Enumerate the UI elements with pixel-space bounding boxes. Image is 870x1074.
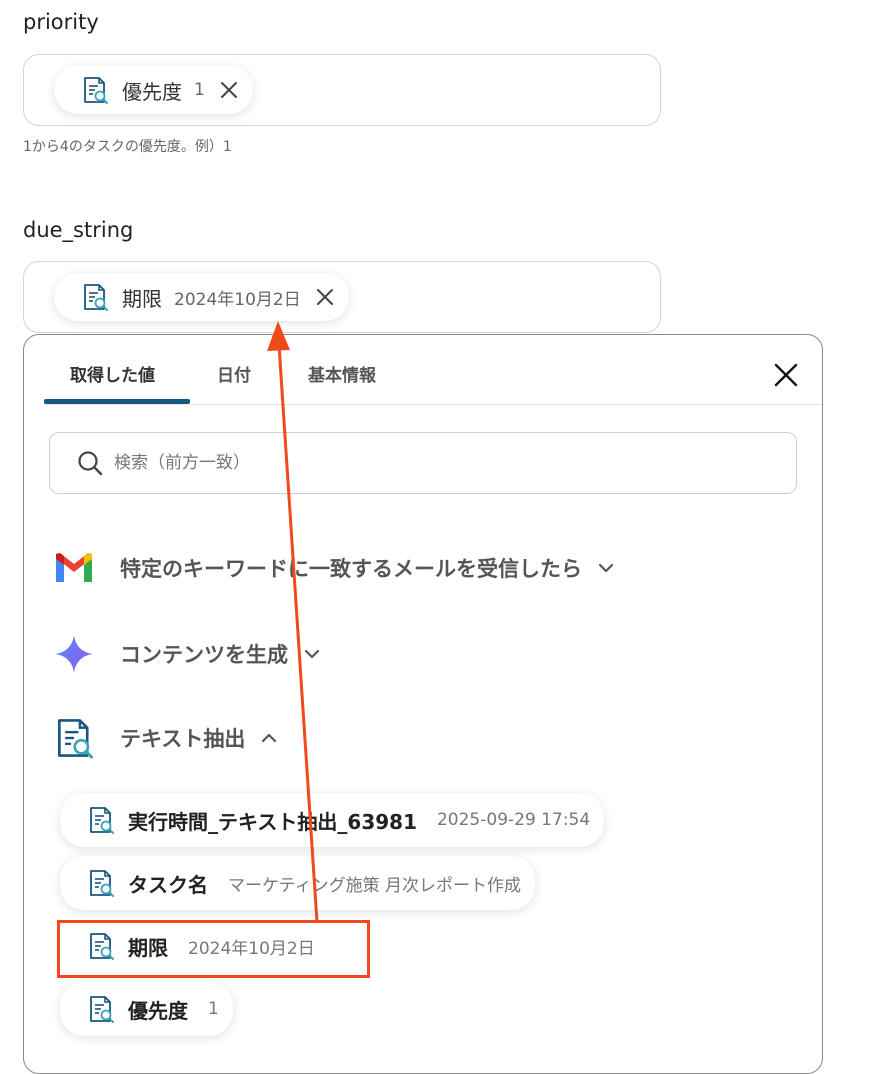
remove-chip-icon[interactable] (219, 80, 239, 100)
due-string-chip[interactable]: 期限 2024年10月2日 (54, 273, 349, 321)
priority-label: priority (23, 10, 99, 34)
list-item[interactable]: 実行時間_テキスト抽出_63981 2025-09-29 17:54 (60, 793, 605, 847)
chevron-down-icon (598, 563, 614, 573)
document-search-icon (52, 716, 96, 760)
search-icon (78, 451, 103, 476)
tab-basic-info[interactable]: 基本情報 (308, 361, 376, 386)
chip-value: 1 (194, 80, 205, 100)
item-name: 実行時間_テキスト抽出_63981 (128, 809, 417, 834)
document-search-icon (86, 994, 116, 1024)
list-item[interactable]: 優先度 1 (60, 982, 233, 1036)
chevron-up-icon (262, 733, 277, 743)
group-gmail-trigger[interactable]: 特定のキーワードに一致するメールを受信したら (52, 546, 616, 590)
document-search-icon (80, 282, 110, 312)
group-name: コンテンツを生成 (120, 643, 288, 667)
item-value: 2025-09-29 17:54 (436, 810, 591, 830)
close-icon[interactable] (772, 361, 800, 389)
group-generate-content[interactable]: コンテンツを生成 (52, 632, 322, 676)
chip-name: 優先度 (122, 79, 182, 104)
list-item[interactable]: タスク名 マーケティング施策 月次レポート作成 (60, 856, 536, 910)
tab-fetched-values[interactable]: 取得した値 (70, 361, 155, 386)
priority-field[interactable]: 優先度 1 (23, 54, 661, 126)
due-string-label: due_string (23, 218, 134, 242)
document-search-icon (80, 75, 110, 105)
item-name: タスク名 (128, 872, 208, 897)
group-name: 特定のキーワードに一致するメールを受信したら (120, 557, 582, 581)
item-value: マーケティング施策 月次レポート作成 (228, 875, 522, 896)
due-string-field[interactable]: 期限 2024年10月2日 (23, 261, 661, 333)
document-search-icon (86, 805, 116, 835)
document-search-icon (86, 868, 116, 898)
item-value: 1 (208, 999, 219, 1019)
sparkle-icon (55, 635, 93, 673)
chip-name: 期限 (122, 286, 162, 311)
highlight-box (57, 920, 370, 978)
group-name: テキスト抽出 (120, 727, 246, 751)
group-text-extraction[interactable]: テキスト抽出 (52, 716, 279, 760)
tab-date[interactable]: 日付 (217, 361, 251, 386)
tab-divider (44, 404, 822, 405)
remove-chip-icon[interactable] (315, 287, 335, 307)
priority-help-text: 1から4のタスクの優先度。例）1 (23, 139, 232, 155)
chevron-down-icon (304, 649, 320, 659)
gmail-icon (56, 553, 92, 582)
priority-chip[interactable]: 優先度 1 (54, 66, 253, 114)
search-input[interactable] (112, 452, 716, 474)
chip-value: 2024年10月2日 (174, 289, 301, 310)
item-name: 優先度 (128, 998, 188, 1023)
search-box[interactable] (49, 432, 797, 494)
